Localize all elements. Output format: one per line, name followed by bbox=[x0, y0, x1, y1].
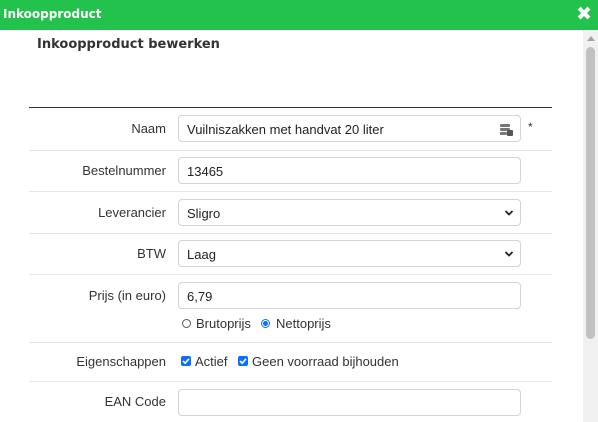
dialog-titlebar: Inkoopproduct ✖ bbox=[0, 0, 598, 30]
close-icon[interactable]: ✖ bbox=[576, 3, 592, 25]
btw-label: BTW bbox=[137, 246, 166, 261]
bestelnummer-label: Bestelnummer bbox=[82, 163, 166, 178]
row-divider bbox=[29, 342, 552, 343]
dialog-title: Inkoopproduct bbox=[3, 7, 102, 21]
btw-select[interactable]: Laag bbox=[178, 240, 521, 267]
chevron-down-icon bbox=[504, 251, 514, 257]
brutoprijs-label[interactable]: Brutoprijs bbox=[196, 316, 251, 331]
scroll-up-arrow[interactable] bbox=[583, 30, 598, 47]
naam-label: Naam bbox=[131, 121, 166, 136]
actief-label[interactable]: Actief bbox=[195, 354, 228, 369]
row-divider bbox=[29, 274, 552, 275]
leverancier-value: Sligro bbox=[187, 206, 221, 221]
database-icon[interactable] bbox=[499, 122, 513, 136]
bestelnummer-input[interactable]: 13465 bbox=[178, 157, 521, 184]
nettoprijs-label[interactable]: Nettoprijs bbox=[276, 316, 331, 331]
leverancier-select[interactable]: Sligro bbox=[178, 199, 521, 226]
row-divider bbox=[29, 233, 552, 234]
prijs-value: 6,79 bbox=[187, 289, 213, 304]
prijs-label: Prijs (in euro) bbox=[88, 288, 166, 303]
actief-checkbox[interactable] bbox=[181, 356, 191, 366]
prijs-input[interactable]: 6,79 bbox=[178, 282, 521, 309]
eigenschappen-label: Eigenschappen bbox=[76, 354, 166, 369]
geen-voorraad-label[interactable]: Geen voorraad bijhouden bbox=[252, 354, 399, 369]
heading-divider bbox=[29, 107, 552, 108]
check-icon bbox=[182, 358, 190, 365]
naam-input[interactable]: Vuilniszakken met handvat 20 liter bbox=[178, 115, 521, 142]
ean-input[interactable] bbox=[178, 389, 521, 416]
brutoprijs-radio[interactable] bbox=[182, 319, 191, 328]
required-marker: * bbox=[528, 120, 533, 134]
row-divider bbox=[29, 381, 552, 382]
check-icon bbox=[239, 358, 247, 365]
nettoprijs-radio[interactable] bbox=[261, 319, 270, 328]
row-divider bbox=[29, 150, 552, 151]
row-divider bbox=[29, 191, 552, 192]
geen-voorraad-checkbox[interactable] bbox=[238, 356, 248, 366]
ean-label: EAN Code bbox=[104, 394, 166, 409]
leverancier-label: Leverancier bbox=[98, 205, 166, 220]
chevron-down-icon bbox=[504, 210, 514, 216]
naam-value: Vuilniszakken met handvat 20 liter bbox=[187, 122, 384, 137]
scrollbar-thumb[interactable] bbox=[586, 47, 595, 339]
form-heading: Inkoopproduct bewerken bbox=[37, 37, 220, 52]
bestelnummer-value: 13465 bbox=[187, 164, 224, 179]
btw-value: Laag bbox=[187, 247, 216, 262]
